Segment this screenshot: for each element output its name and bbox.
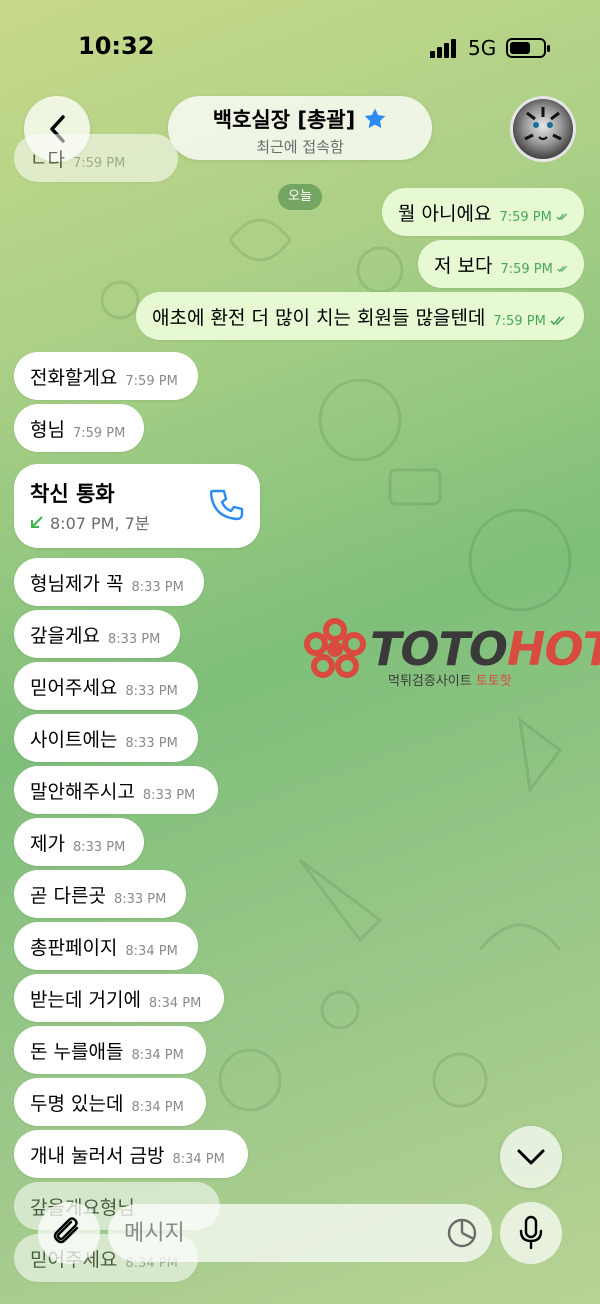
message-bubble-incoming[interactable]: 곧 다른곳 8:33 PM <box>14 870 186 918</box>
network-label: 5G <box>468 36 497 60</box>
message-time: 8:33 PM <box>113 891 167 907</box>
watermark-toto: TOTO <box>370 622 508 676</box>
message-bubble-incoming: ㄴ다 7:59 PM <box>14 134 178 182</box>
sticker-icon[interactable] <box>446 1217 478 1249</box>
double-check-icon <box>556 213 567 221</box>
double-check-icon <box>557 265 568 272</box>
message-bubble-incoming[interactable]: 믿어주세요 8:33 PM <box>14 662 198 710</box>
message-time: 8:34 PM <box>131 1099 184 1115</box>
message-bubble-incoming[interactable]: 돈 누를애들 8:34 PM <box>14 1026 206 1074</box>
message-time: 8:34 PM <box>172 1151 225 1167</box>
message-time: 7:59 PM <box>125 373 178 389</box>
voice-message-button[interactable] <box>500 1202 562 1264</box>
message-text: 저 보다 <box>434 254 493 277</box>
scroll-to-bottom-button[interactable] <box>500 1126 562 1188</box>
message-text: 곧 다른곳 <box>30 884 106 907</box>
message-time: 8:33 PM <box>72 839 126 855</box>
status-bar: 10:32 5G <box>0 0 600 90</box>
message-bubble-incoming[interactable]: 갚을게요 8:33 PM <box>14 610 180 658</box>
message-text: 뭘 아니에요 <box>398 202 492 225</box>
message-time: 7:59 PM <box>72 155 126 171</box>
tiger-avatar-image <box>524 107 562 141</box>
message-text: 전화할게요 <box>30 366 118 389</box>
message-time: 8:33 PM <box>142 787 196 803</box>
message-bubble-incoming[interactable]: 총판페이지 8:34 PM <box>14 922 198 970</box>
message-time: 7:59 PM <box>500 261 553 277</box>
message-bubble-outgoing[interactable]: 뭘 아니에요 7:59 PM <box>382 188 584 236</box>
chat-title[interactable]: 백호실장 [총괄] 최근에 접속함 <box>168 96 432 160</box>
chevron-down-icon <box>517 1149 545 1165</box>
phone-icon[interactable] <box>210 488 244 522</box>
message-time: 8:34 PM <box>125 943 178 959</box>
message-text: 총판페이지 <box>30 936 118 959</box>
message-text: 형님 <box>30 418 65 441</box>
date-separator: 오늘 <box>278 184 322 210</box>
status-time: 10:32 <box>78 32 155 60</box>
message-time: 8:33 PM <box>131 579 184 595</box>
message-text: 믿어주세요 <box>30 676 118 699</box>
avatar[interactable] <box>510 96 576 162</box>
message-text: 받는데 거기에 <box>30 988 141 1011</box>
message-input-container[interactable] <box>108 1204 492 1262</box>
call-detail: 8:07 PM, 7분 <box>50 514 150 533</box>
message-input[interactable] <box>124 1220 424 1246</box>
message-text: ㄴ다 <box>30 148 65 171</box>
message-time: 8:33 PM <box>125 735 178 751</box>
message-bubble-incoming[interactable]: 개내 눌러서 금방 8:34 PM <box>14 1130 248 1178</box>
message-text: 형님제가 꼭 <box>30 572 124 595</box>
message-text: 갚을게요 <box>30 624 100 647</box>
message-bubble-incoming[interactable]: 전화할게요 7:59 PM <box>14 352 198 400</box>
call-title: 착신 통화 <box>30 482 115 506</box>
microphone-icon <box>519 1215 543 1250</box>
message-time: 8:33 PM <box>125 683 178 699</box>
incoming-call-card[interactable]: 착신 통화 8:07 PM, 7분 <box>14 464 260 548</box>
message-bubble-incoming[interactable]: 제가 8:33 PM <box>14 818 144 866</box>
message-text: 돈 누를애들 <box>30 1040 124 1063</box>
incoming-call-arrow-icon <box>31 516 43 528</box>
message-time: 8:34 PM <box>131 1047 184 1063</box>
message-bubble-outgoing[interactable]: 저 보다 7:59 PM <box>418 240 584 288</box>
double-check-icon <box>550 316 565 326</box>
message-bubble-incoming[interactable]: 두명 있는데 8:34 PM <box>14 1078 206 1126</box>
message-bubble-incoming[interactable]: 형님제가 꼭 8:33 PM <box>14 558 204 606</box>
last-seen-status: 최근에 접속함 <box>256 138 344 156</box>
star-icon <box>364 108 386 129</box>
flower-logo-icon <box>304 618 366 678</box>
watermark-hot: HOT <box>506 622 600 676</box>
attach-button[interactable] <box>38 1202 100 1264</box>
message-time: 7:59 PM <box>72 425 126 441</box>
paperclip-icon <box>53 1217 79 1244</box>
message-bubble-incoming[interactable]: 받는데 거기에 8:34 PM <box>14 974 224 1022</box>
message-bubble-incoming[interactable]: 말안해주시고 8:33 PM <box>14 766 218 814</box>
battery-icon <box>506 38 550 58</box>
message-text: 말안해주시고 <box>30 780 135 803</box>
message-text: 두명 있는데 <box>30 1092 124 1115</box>
message-time: 7:59 PM <box>499 209 552 225</box>
signal-icon <box>430 39 456 58</box>
message-text: 사이트에는 <box>30 728 118 751</box>
message-time: 8:34 PM <box>148 995 202 1011</box>
message-time: 8:33 PM <box>107 631 161 647</box>
message-bubble-incoming[interactable]: 사이트에는 8:33 PM <box>14 714 198 762</box>
message-bubble-incoming[interactable]: 형님 7:59 PM <box>14 404 144 452</box>
message-time: 7:59 PM <box>493 313 546 329</box>
message-text: 개내 눌러서 금방 <box>30 1144 165 1167</box>
message-text: 애초에 환전 더 많이 치는 회원들 많을텐데 <box>152 306 486 329</box>
watermark-logo: TOTOHOT 먹튀검증사이트 토토핫 <box>304 618 600 698</box>
message-text: 제가 <box>30 832 65 855</box>
watermark-tagline-brand: 토토핫 <box>475 674 512 689</box>
message-bubble-outgoing[interactable]: 애초에 환전 더 많이 치는 회원들 많을텐데 7:59 PM <box>136 292 584 340</box>
watermark-tagline: 먹튀검증사이트 <box>388 674 472 689</box>
contact-name: 백호실장 [총괄] <box>212 108 356 132</box>
